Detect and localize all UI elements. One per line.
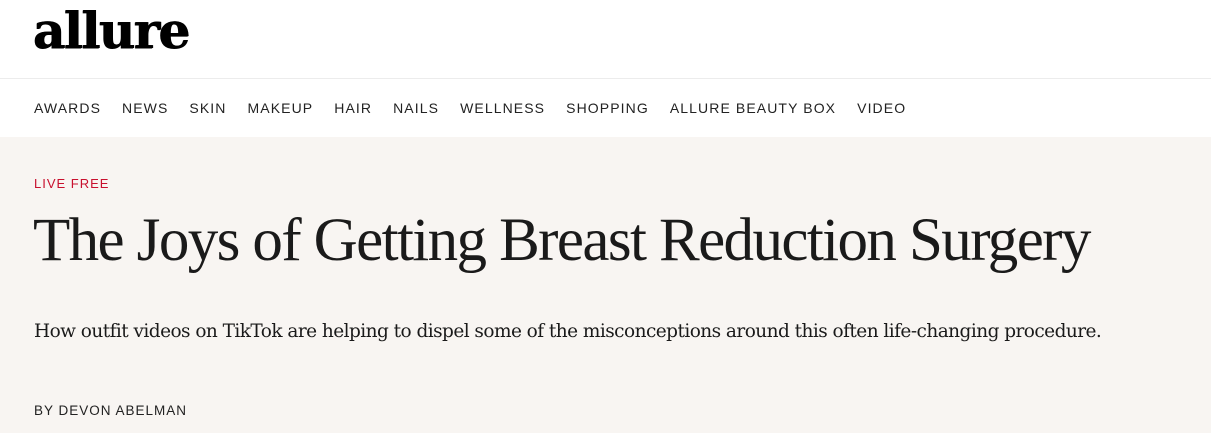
main-nav: AWARDS NEWS SKIN MAKEUP HAIR NAILS WELLN… bbox=[0, 79, 1211, 137]
article-header: LIVE FREE The Joys of Getting Breast Red… bbox=[0, 137, 1211, 433]
nav-item-video[interactable]: VIDEO bbox=[857, 100, 906, 116]
nav-item-makeup[interactable]: MAKEUP bbox=[248, 100, 314, 116]
article-dek: How outfit videos on TikTok are helping … bbox=[34, 321, 1102, 342]
article-headline: The Joys of Getting Breast Reduction Sur… bbox=[33, 207, 1091, 274]
nav-item-news[interactable]: NEWS bbox=[122, 100, 168, 116]
nav-item-skin[interactable]: SKIN bbox=[189, 100, 226, 116]
nav-item-shopping[interactable]: SHOPPING bbox=[566, 100, 649, 116]
nav-item-hair[interactable]: HAIR bbox=[334, 100, 372, 116]
article-rubric[interactable]: LIVE FREE bbox=[34, 176, 109, 191]
site-header: allure bbox=[0, 0, 1211, 79]
nav-item-allure-beauty-box[interactable]: ALLURE BEAUTY BOX bbox=[670, 100, 836, 116]
allure-logo[interactable]: allure bbox=[33, 6, 190, 56]
nav-item-awards[interactable]: AWARDS bbox=[34, 100, 101, 116]
nav-item-nails[interactable]: NAILS bbox=[393, 100, 439, 116]
nav-item-wellness[interactable]: WELLNESS bbox=[460, 100, 545, 116]
article-byline[interactable]: BY DEVON ABELMAN bbox=[34, 403, 187, 418]
